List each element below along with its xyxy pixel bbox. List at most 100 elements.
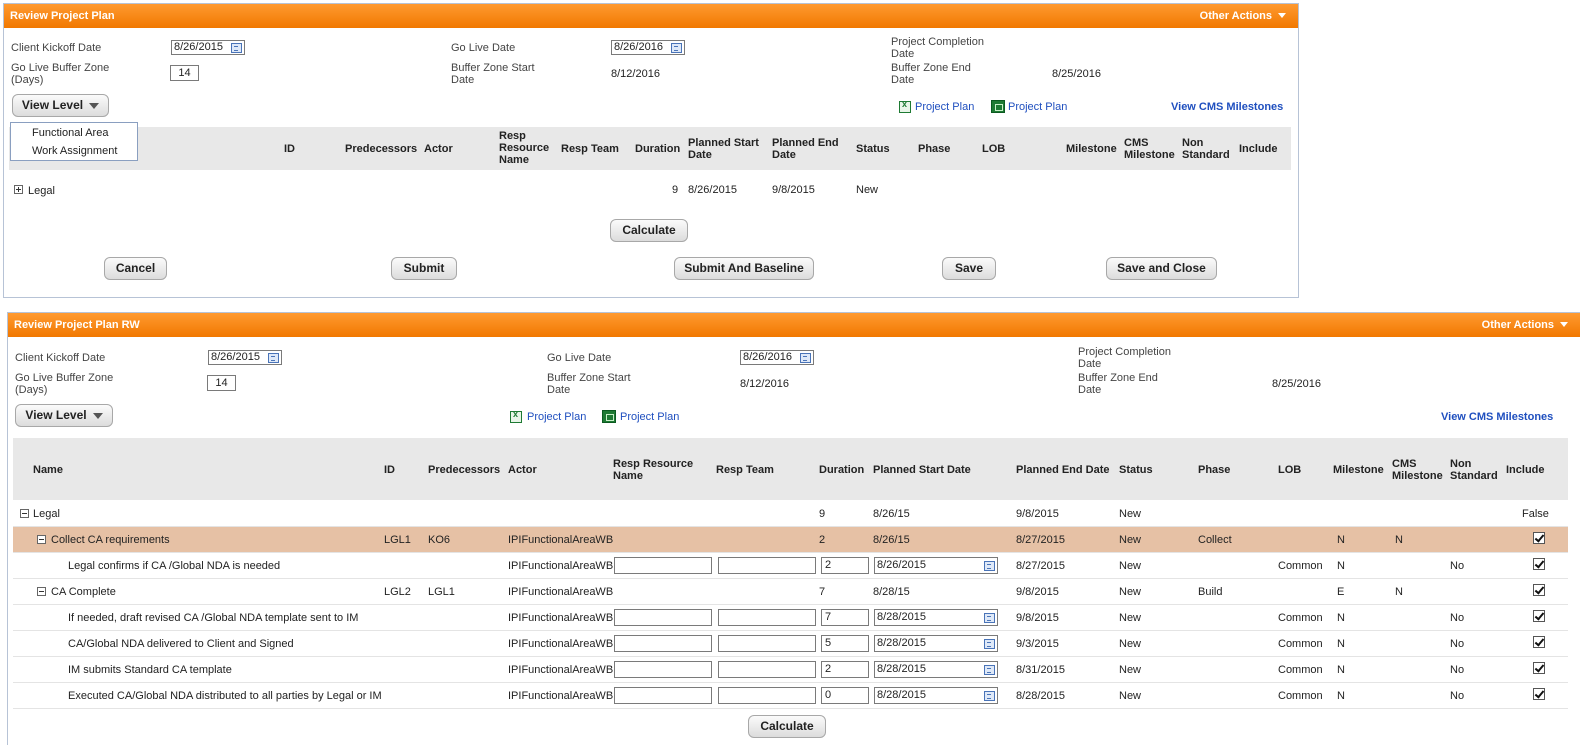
- col-name: Name: [33, 464, 63, 476]
- go-live-date-input[interactable]: 8/26/2016: [740, 350, 814, 365]
- calendar-icon[interactable]: [231, 43, 242, 53]
- other-actions-menu[interactable]: Other Actions: [1200, 10, 1272, 22]
- view-level-button[interactable]: View Level: [12, 94, 109, 117]
- view-level-button[interactable]: View Level: [15, 404, 113, 427]
- calendar-icon[interactable]: [984, 639, 995, 649]
- project-plan-excel-link[interactable]: Project Plan: [915, 101, 974, 113]
- row-lob: Common: [1278, 664, 1323, 676]
- buffer-start-value: 8/12/2016: [740, 378, 789, 390]
- table-row[interactable]: Collect CA requirements LGL1 KO6 IPIFunc…: [13, 527, 1568, 553]
- calculate-button[interactable]: Calculate: [748, 715, 826, 738]
- col-cms-milestone: CMS Milestone: [1124, 137, 1175, 161]
- resp-team-input[interactable]: [718, 661, 816, 678]
- include-checkbox[interactable]: [1533, 558, 1545, 570]
- col-include: Include: [1506, 464, 1545, 476]
- calendar-icon[interactable]: [671, 43, 682, 53]
- cancel-button[interactable]: Cancel: [104, 257, 167, 280]
- row-milestone: N: [1337, 560, 1345, 572]
- buffer-zone-days-input[interactable]: 14: [170, 65, 199, 81]
- duration-input[interactable]: 0: [821, 687, 869, 704]
- resp-resource-input[interactable]: [614, 687, 712, 704]
- include-checkbox[interactable]: [1533, 636, 1545, 648]
- resp-team-input[interactable]: [718, 635, 816, 652]
- duration-input[interactable]: 7: [821, 609, 869, 626]
- row-name: CA/Global NDA delivered to Client and Si…: [68, 638, 294, 650]
- duration-input[interactable]: 2: [821, 557, 869, 574]
- col-non-standard: Non Standard: [1450, 458, 1498, 482]
- excel-icon[interactable]: [510, 409, 522, 423]
- view-cms-milestones-link[interactable]: View CMS Milestones: [1171, 101, 1283, 113]
- review-project-plan-rw-panel: Review Project Plan RW Other Actions Cli…: [7, 312, 1580, 745]
- col-status: Status: [1119, 464, 1153, 476]
- col-duration: Duration: [635, 143, 681, 155]
- calculate-button[interactable]: Calculate: [610, 219, 688, 242]
- planned-start-value: 8/28/2015: [877, 637, 926, 649]
- row-lob: Common: [1278, 560, 1323, 572]
- planned-start-input[interactable]: 8/28/2015: [874, 661, 998, 678]
- row-milestone: N: [1337, 664, 1345, 676]
- calendar-icon[interactable]: [984, 613, 995, 623]
- go-live-value: 8/26/2016: [614, 41, 663, 53]
- row-duration: 7: [819, 586, 826, 598]
- panel-title: Review Project Plan: [10, 10, 115, 22]
- calendar-icon[interactable]: [800, 353, 811, 363]
- row-actor: IPIFunctionalAreaWB: [508, 612, 614, 624]
- resp-team-input[interactable]: [718, 687, 816, 704]
- duration-input[interactable]: 5: [821, 635, 869, 652]
- collapse-icon[interactable]: [20, 509, 29, 518]
- dropdown-item-functional-area[interactable]: Functional Area: [32, 127, 108, 139]
- resp-resource-input[interactable]: [614, 609, 712, 626]
- planned-start-value: 8/28/2015: [877, 663, 926, 675]
- project-plan-project-link[interactable]: Project Plan: [620, 411, 679, 423]
- include-checkbox[interactable]: [1533, 662, 1545, 674]
- planned-start-input[interactable]: 8/28/2015: [874, 609, 998, 626]
- dropdown-item-work-assignment[interactable]: Work Assignment: [32, 145, 117, 157]
- row-status: New: [1119, 638, 1142, 650]
- resp-team-input[interactable]: [718, 557, 816, 574]
- col-id: ID: [384, 464, 395, 476]
- chevron-down-icon[interactable]: [1560, 322, 1568, 327]
- include-checkbox[interactable]: [1533, 532, 1545, 544]
- resp-resource-input[interactable]: [614, 661, 712, 678]
- go-live-date-input[interactable]: 8/26/2016: [611, 40, 685, 55]
- table-row: CA/Global NDA delivered to Client and Si…: [13, 631, 1568, 657]
- project-icon[interactable]: [991, 100, 1005, 113]
- include-checkbox[interactable]: [1533, 688, 1545, 700]
- duration-input[interactable]: 2: [821, 661, 869, 678]
- planned-start-input[interactable]: 8/28/2015: [874, 687, 998, 704]
- client-kickoff-date-input[interactable]: 8/26/2015: [208, 350, 282, 365]
- project-plan-project-link[interactable]: Project Plan: [1008, 101, 1067, 113]
- col-phase: Phase: [1198, 464, 1231, 476]
- submit-and-baseline-button[interactable]: Submit And Baseline: [674, 257, 814, 280]
- view-cms-milestones-link[interactable]: View CMS Milestones: [1441, 411, 1553, 423]
- excel-icon[interactable]: [899, 99, 911, 113]
- planned-start-input[interactable]: 8/26/2015: [874, 557, 998, 574]
- include-checkbox[interactable]: [1533, 610, 1545, 622]
- resp-resource-input[interactable]: [614, 635, 712, 652]
- project-plan-excel-link[interactable]: Project Plan: [527, 411, 586, 423]
- expand-icon[interactable]: [14, 185, 23, 194]
- collapse-icon[interactable]: [37, 535, 46, 544]
- calendar-icon[interactable]: [984, 665, 995, 675]
- save-and-close-button[interactable]: Save and Close: [1106, 257, 1217, 280]
- submit-button[interactable]: Submit: [391, 257, 457, 280]
- resp-team-input[interactable]: [718, 609, 816, 626]
- project-icon[interactable]: [602, 410, 616, 423]
- go-live-label: Go Live Date: [547, 352, 612, 364]
- row-status: New: [856, 184, 879, 196]
- buffer-zone-days-input[interactable]: 14: [207, 375, 236, 391]
- chevron-down-icon[interactable]: [1278, 13, 1286, 18]
- calendar-icon[interactable]: [984, 561, 995, 571]
- row-name: Executed CA/Global NDA distributed to al…: [68, 690, 382, 702]
- table-row: IM submits Standard CA template IPIFunct…: [13, 657, 1568, 683]
- calendar-icon[interactable]: [268, 353, 279, 363]
- other-actions-menu[interactable]: Other Actions: [1482, 319, 1554, 331]
- calendar-icon[interactable]: [984, 691, 995, 701]
- save-button[interactable]: Save: [942, 257, 996, 280]
- collapse-icon[interactable]: [37, 587, 46, 596]
- resp-resource-input[interactable]: [614, 557, 712, 574]
- planned-start-input[interactable]: 8/28/2015: [874, 635, 998, 652]
- row-name: If needed, draft revised CA /Global NDA …: [68, 612, 359, 624]
- client-kickoff-date-input[interactable]: 8/26/2015: [171, 40, 245, 55]
- include-checkbox[interactable]: [1533, 584, 1545, 596]
